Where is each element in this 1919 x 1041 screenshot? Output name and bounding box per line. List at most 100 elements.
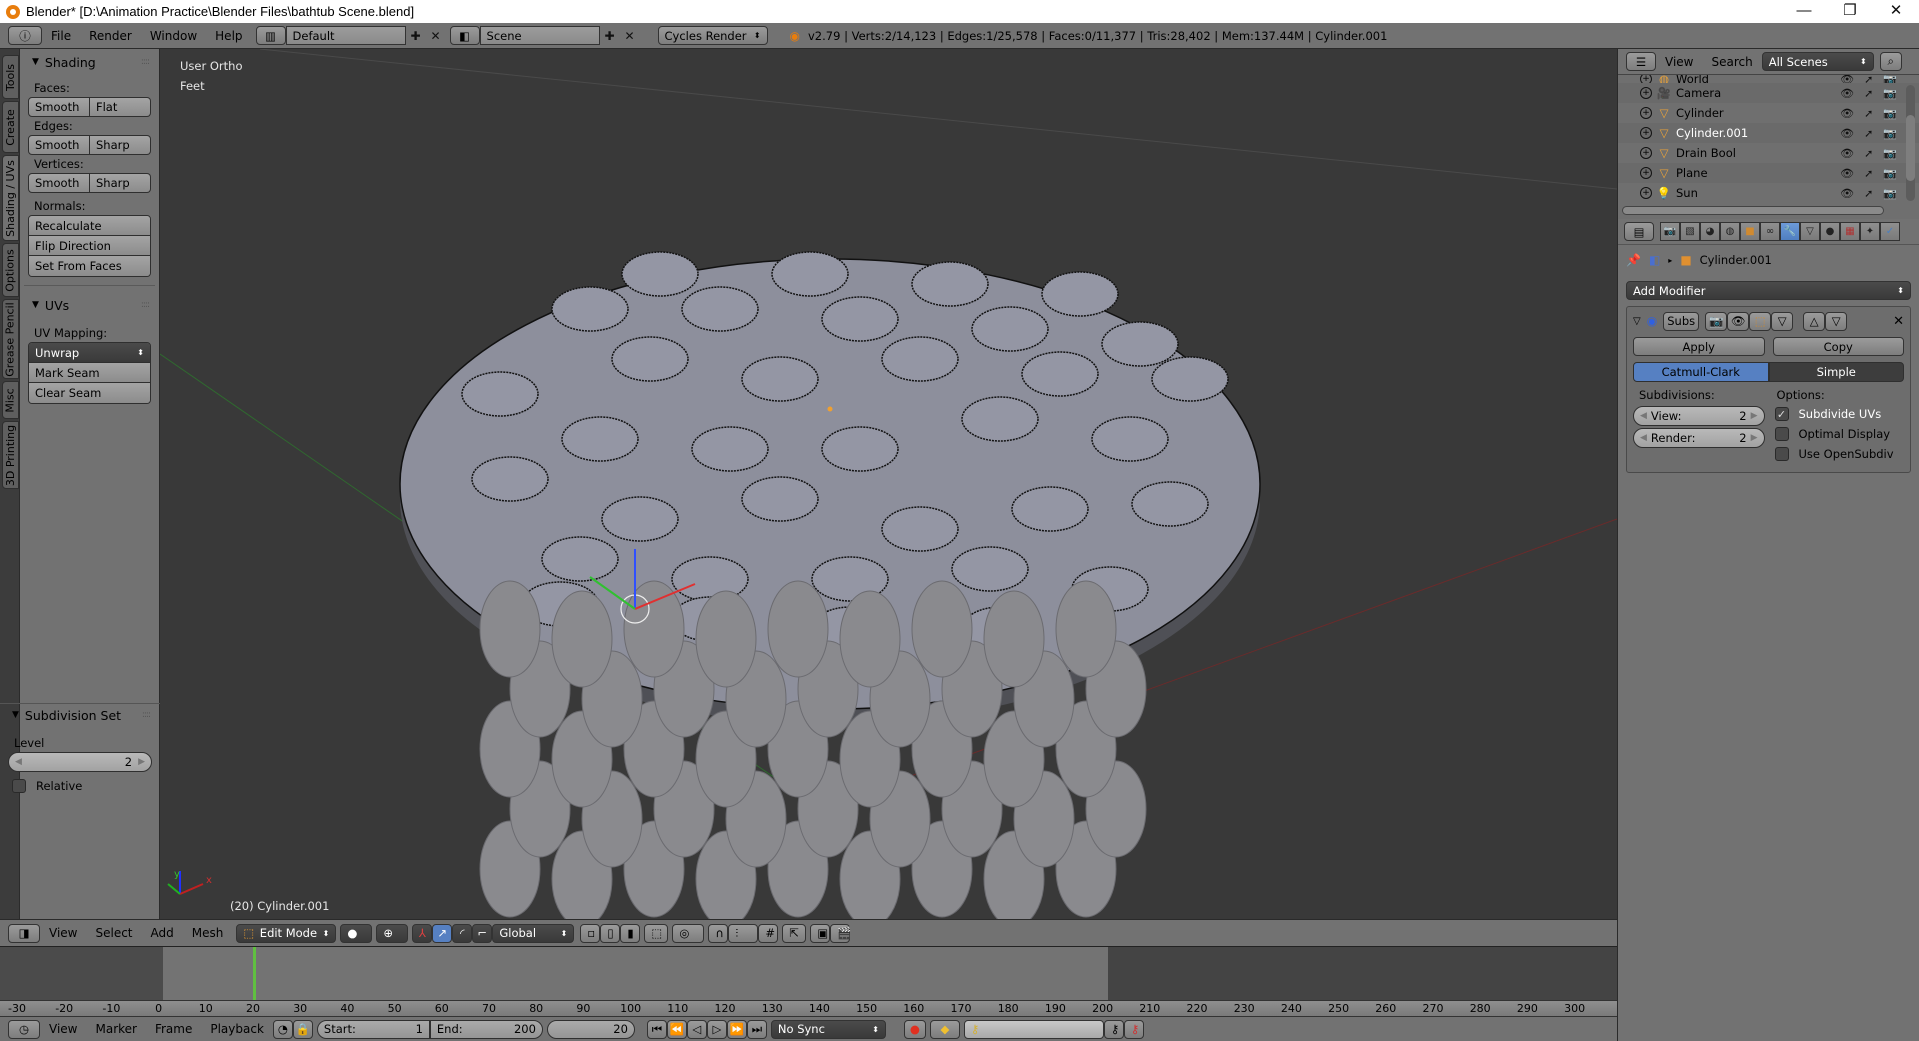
outliner-item[interactable]: + ▽ Drain Bool 👁 ➚ 📷	[1618, 143, 1919, 163]
expand-icon[interactable]: +	[1640, 87, 1652, 99]
opengl-render-icon[interactable]: ▣	[810, 923, 831, 943]
layout-name-field[interactable]: Default	[285, 26, 406, 45]
option-checkbox[interactable]: Use OpenSubdiv	[1774, 444, 1905, 464]
snap-magnet-icon[interactable]: ∩	[708, 923, 729, 943]
expand-icon[interactable]: +	[1640, 107, 1652, 119]
current-frame-field[interactable]: 20	[546, 1019, 635, 1039]
copy-layers-icon[interactable]: ⇱	[782, 923, 807, 943]
jump-keyframe-forward-icon[interactable]: ⏩	[726, 1019, 747, 1039]
level-field[interactable]: ◀ 2 ▶	[8, 752, 152, 772]
face-select-icon[interactable]: ▮	[620, 923, 641, 943]
menu-select[interactable]: Select	[86, 926, 141, 940]
view-levels-field[interactable]: ◀ View: 2 ▶	[1633, 406, 1765, 426]
tab-physics-icon[interactable]: ✓	[1880, 222, 1900, 241]
outliner-item-name[interactable]: Cylinder.001	[1676, 126, 1748, 140]
option-checkbox[interactable]: Optimal Display	[1774, 424, 1905, 444]
increment-arrow-icon[interactable]: ▶	[1751, 433, 1758, 443]
show-viewport-icon[interactable]: 👁	[1727, 311, 1750, 331]
lock-range-icon[interactable]: 🔒	[292, 1019, 313, 1039]
edges-smooth-button[interactable]: Smooth	[28, 135, 90, 155]
render-engine-dropdown[interactable]: Cycles Render ⬍	[657, 26, 768, 45]
outliner-item[interactable]: + ▽ Cylinder.001 👁 ➚ 📷	[1618, 123, 1919, 143]
scene-icon[interactable]: ◧	[449, 26, 480, 45]
selectability-cursor-icon[interactable]: ➚	[1864, 167, 1873, 180]
modifier-name-field[interactable]: Subs	[1663, 311, 1700, 331]
show-editmode-icon[interactable]: ⬚	[1749, 311, 1772, 331]
snap-element-icon[interactable]: ⫶	[728, 923, 759, 943]
visibility-eye-icon[interactable]: 👁	[1840, 127, 1854, 140]
keying-set-field[interactable]: ⚷	[963, 1019, 1104, 1039]
visibility-eye-icon[interactable]: 👁	[1840, 147, 1854, 160]
visibility-eye-icon[interactable]: 👁	[1840, 107, 1854, 120]
menu-view[interactable]: View	[1656, 55, 1702, 69]
edge-select-icon[interactable]: ▯	[600, 923, 621, 943]
tab-constraints-icon[interactable]: ∞	[1760, 222, 1780, 241]
insert-keyframe-icon[interactable]: ⚷	[1103, 1019, 1124, 1039]
option-checkbox[interactable]: ✓ Subdivide UVs	[1774, 404, 1905, 424]
faces-flat-button[interactable]: Flat	[90, 97, 151, 117]
tab-particles-icon[interactable]: ✦	[1860, 222, 1880, 241]
renderability-camera-icon[interactable]: 📷	[1883, 167, 1897, 180]
show-on-cage-icon[interactable]: ▽	[1771, 311, 1794, 331]
flip-direction-button[interactable]: Flip Direction	[29, 236, 150, 256]
menu-add[interactable]: Add	[142, 926, 183, 940]
menu-help[interactable]: Help	[206, 29, 251, 43]
remove-scene-icon[interactable]: ✕	[620, 26, 640, 45]
edges-sharp-button[interactable]: Sharp	[90, 135, 151, 155]
outliner-item[interactable]: + 🎥 Camera 👁 ➚ 📷	[1618, 83, 1919, 103]
keying-icon[interactable]: ◆	[929, 1019, 960, 1039]
current-frame-marker[interactable]	[253, 947, 256, 1001]
outliner-item[interactable]: + 💡 Sun 👁 ➚ 📷	[1618, 183, 1919, 203]
decrement-arrow-icon[interactable]: ◀	[1640, 411, 1647, 421]
menu-frame[interactable]: Frame	[146, 1022, 201, 1036]
outliner-item-name[interactable]: Drain Bool	[1676, 146, 1736, 160]
decrement-arrow-icon[interactable]: ◀	[1640, 433, 1647, 443]
manipulator-toggle-icon[interactable]: ⅄	[412, 923, 433, 943]
scroll-thumb[interactable]	[1906, 115, 1915, 181]
vertices-sharp-button[interactable]: Sharp	[90, 173, 151, 193]
mark-seam-button[interactable]: Mark Seam	[29, 363, 150, 383]
increment-arrow-icon[interactable]: ▶	[1751, 411, 1758, 421]
outliner-item[interactable]: + ▽ Plane 👁 ➚ 📷	[1618, 163, 1919, 183]
panel-shading-header[interactable]: ▼ Shading ::::	[20, 51, 159, 73]
visibility-eye-icon[interactable]: 👁	[1840, 87, 1854, 100]
translate-manipulator-icon[interactable]: ↗	[432, 923, 453, 943]
increment-arrow-icon[interactable]: ▶	[138, 757, 145, 767]
tab-3d-printing[interactable]: 3D Printing	[2, 421, 19, 489]
selectability-cursor-icon[interactable]: ➚	[1864, 107, 1873, 120]
panel-uvs-header[interactable]: ▼ UVs ::::	[20, 294, 159, 316]
play-reverse-icon[interactable]: ◁	[686, 1019, 707, 1039]
catmull-clark-toggle[interactable]: Catmull-Clark	[1633, 362, 1769, 382]
outliner-item-name[interactable]: Plane	[1676, 166, 1708, 180]
menu-window[interactable]: Window	[141, 29, 206, 43]
end-frame-field[interactable]: End: 200	[429, 1019, 543, 1039]
outliner-vscrollbar[interactable]	[1906, 85, 1915, 201]
delete-keyframe-icon[interactable]: ⚷	[1123, 1019, 1144, 1039]
visibility-eye-icon[interactable]: 👁	[1840, 187, 1854, 200]
jump-keyframe-back-icon[interactable]: ⏪	[666, 1019, 687, 1039]
tab-texture-icon[interactable]: ▦	[1840, 222, 1860, 241]
renderability-camera-icon[interactable]: 📷	[1883, 107, 1897, 120]
sync-mode-dropdown[interactable]: No Sync ⬍	[770, 1019, 886, 1039]
tab-material-icon[interactable]: ●	[1820, 222, 1840, 241]
tab-data-icon[interactable]: ▽	[1800, 222, 1820, 241]
clear-seam-button[interactable]: Clear Seam	[29, 383, 150, 403]
selectability-cursor-icon[interactable]: ➚	[1864, 147, 1873, 160]
start-frame-field[interactable]: Start: 1	[316, 1019, 430, 1039]
expand-icon[interactable]: +	[1640, 187, 1652, 199]
tab-shading-uvs[interactable]: Shading / UVs	[2, 155, 19, 241]
editor-type-3d-button[interactable]: ◨	[8, 923, 40, 943]
proportional-edit-icon[interactable]: ◎	[672, 923, 705, 943]
renderability-camera-icon[interactable]: 📷	[1883, 87, 1897, 100]
unwrap-menu-button[interactable]: Unwrap ⬍	[29, 343, 150, 363]
jump-end-icon[interactable]: ⏭	[746, 1019, 767, 1039]
move-down-icon[interactable]: ▽	[1825, 311, 1848, 331]
outliner-item-name[interactable]: Cylinder	[1676, 106, 1724, 120]
renderability-camera-icon[interactable]: 📷	[1883, 75, 1897, 83]
renderability-camera-icon[interactable]: 📷	[1883, 127, 1897, 140]
visibility-eye-icon[interactable]: 👁	[1840, 167, 1854, 180]
mode-dropdown[interactable]: ⬚ Edit Mode ⬍	[236, 923, 337, 943]
play-icon[interactable]: ▷	[706, 1019, 727, 1039]
outliner-hscrollbar[interactable]	[1622, 206, 1884, 215]
tab-grease-pencil[interactable]: Grease Pencil	[2, 299, 19, 379]
